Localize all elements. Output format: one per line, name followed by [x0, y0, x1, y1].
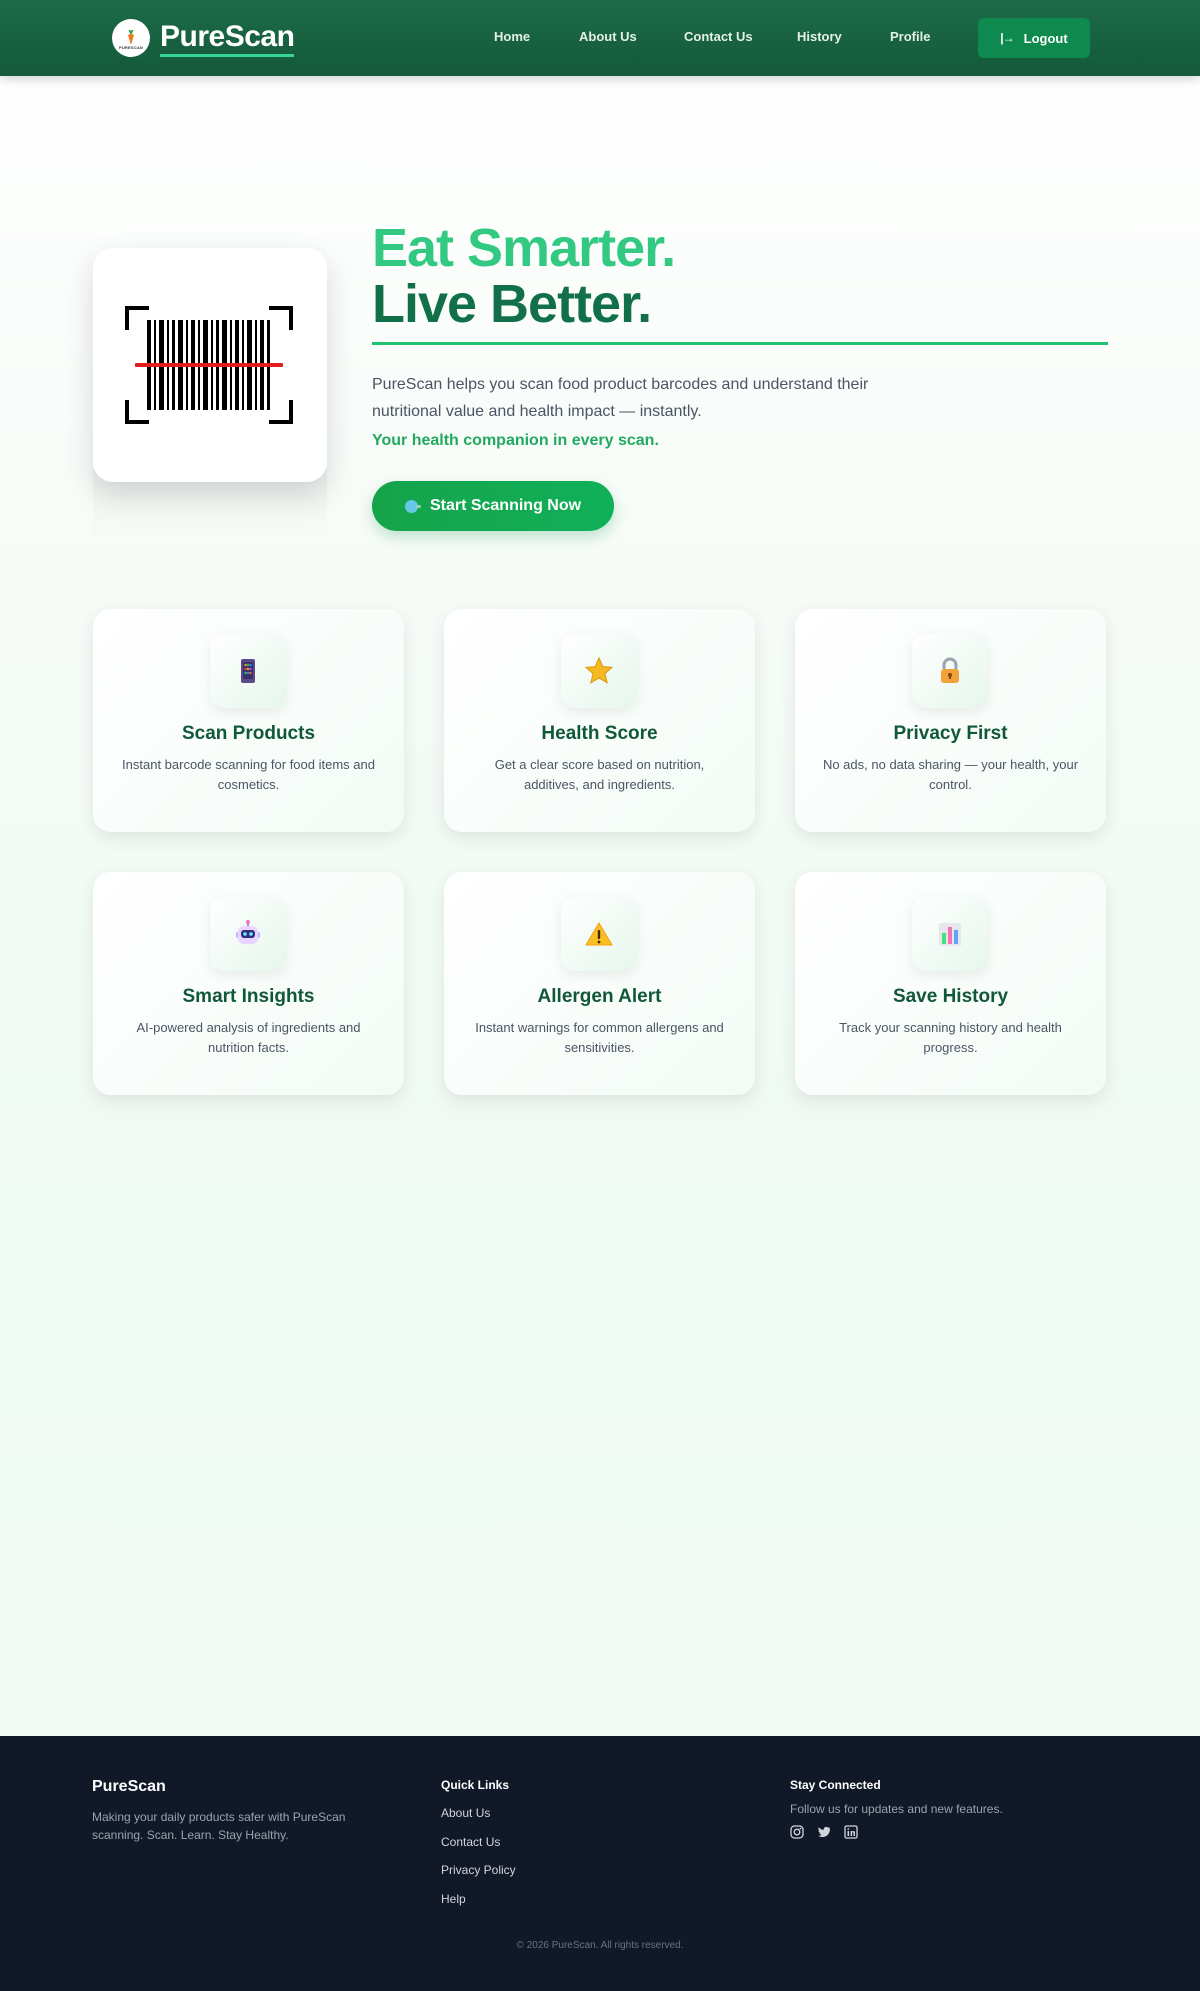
feature-card-save-history: Save History Track your scanning history… [795, 872, 1106, 1095]
linkedin-icon[interactable] [844, 1825, 858, 1839]
twitter-icon[interactable] [817, 1825, 831, 1839]
feature-card-smart-insights: Smart Insights AI-powered analysis of in… [93, 872, 404, 1095]
robot-icon [236, 920, 260, 944]
feature-description: Track your scanning history and health p… [839, 1020, 1062, 1055]
bar-chart-icon [939, 923, 961, 946]
logout-button[interactable]: |→ Logout [978, 18, 1090, 58]
feature-description: Instant barcode scanning for food items … [122, 757, 375, 792]
follow-text: Follow us for updates and new features. [790, 1802, 1003, 1816]
hero-divider [372, 342, 1108, 345]
nav-profile[interactable]: Profile [890, 29, 930, 44]
hero-description: PureScan helps you scan food product bar… [372, 376, 869, 420]
lock-icon [941, 657, 959, 683]
footer-link-contact-us[interactable]: Contact Us [441, 1835, 500, 1849]
cta-label: Start Scanning Now [429, 497, 582, 514]
footer-link-about-us[interactable]: About Us [441, 1806, 490, 1820]
feature-card-health-score: Health Score Get a clear score based on … [444, 609, 755, 832]
feature-title: Health Score [541, 723, 658, 744]
feature-description: Get a clear score based on nutrition, ad… [494, 757, 705, 792]
start-scanning-button[interactable]: Start Scanning Now [372, 481, 614, 531]
nav-contact-us[interactable]: Contact Us [684, 29, 753, 44]
nav-history[interactable]: History [797, 29, 842, 44]
feature-title: Allergen Alert [537, 986, 662, 1007]
feature-card-allergen-alert: Allergen Alert Instant warnings for comm… [444, 872, 755, 1095]
nav-about-us[interactable]: About Us [579, 29, 637, 44]
feature-description: AI-powered analysis of ingredients and n… [136, 1020, 361, 1055]
footer-brand: PureScan [92, 1778, 166, 1795]
feature-title: Smart Insights [182, 986, 315, 1007]
hero-title-line2: Live Better. [372, 274, 652, 334]
logout-icon: |→ [1000, 31, 1014, 45]
footer: PureScan Making your daily products safe… [0, 1736, 1200, 1991]
footer-link-help[interactable]: Help [441, 1892, 466, 1906]
warning-icon [585, 922, 613, 946]
navbar: PURESCAN PureScan Home About Us Contact … [0, 0, 1200, 76]
feature-card-privacy-first: Privacy First No ads, no data sharing — … [795, 609, 1106, 832]
instagram-icon[interactable] [790, 1825, 804, 1839]
star-icon [584, 656, 614, 684]
footer-link-privacy-policy[interactable]: Privacy Policy [441, 1863, 516, 1877]
hero-tagline: Your health companion in every scan. [372, 432, 659, 449]
hero-title-line1: Eat Smarter. [372, 218, 676, 278]
copyright: © 2026 PureScan. All rights reserved. [516, 1940, 684, 1951]
quick-links-heading: Quick Links [441, 1778, 510, 1792]
feature-description: Instant warnings for common allergens an… [475, 1020, 724, 1055]
feature-title: Save History [892, 986, 1009, 1007]
feature-title: Scan Products [181, 723, 316, 744]
logout-label: Logout [1023, 30, 1068, 46]
phone-icon [241, 659, 255, 683]
nav-home[interactable]: Home [494, 29, 530, 44]
stay-connected-heading: Stay Connected [790, 1778, 881, 1792]
footer-tagline: Making your daily products safer with Pu… [92, 1810, 346, 1842]
hero-barcode-card [93, 248, 327, 482]
feature-title: Privacy First [893, 723, 1008, 744]
feature-description: No ads, no data sharing — your health, y… [822, 757, 1079, 792]
feature-card-scan-products: Scan Products Instant barcode scanning f… [93, 609, 404, 832]
barcode-scan-icon [125, 306, 293, 424]
scan-icon [404, 499, 421, 513]
